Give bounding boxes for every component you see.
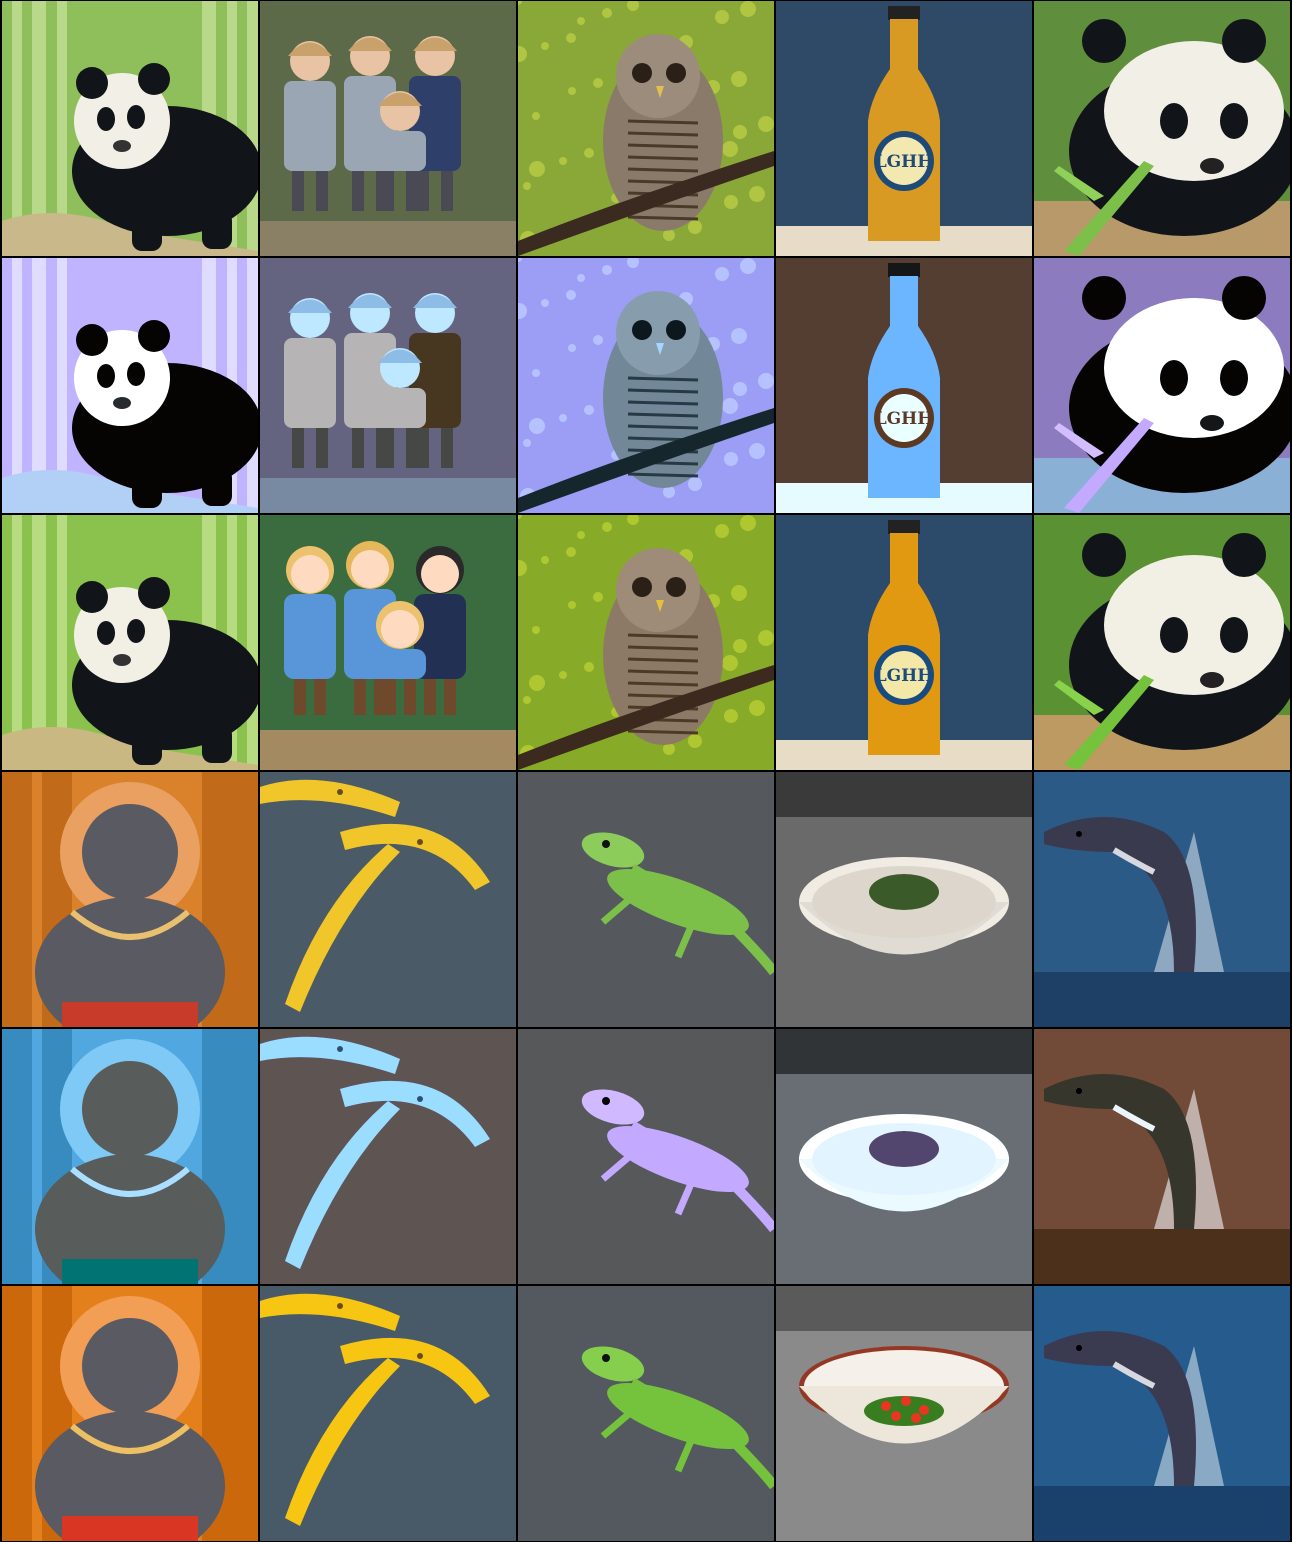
tile-panda-eating-original <box>1034 1 1290 256</box>
barred-owl-image <box>518 515 774 770</box>
hanuman-statue-image <box>2 1029 258 1284</box>
barred-owl-image <box>518 1 774 256</box>
tile-panda-in-bamboo-restored <box>2 515 258 770</box>
tile-green-lizard-original <box>518 772 774 1027</box>
green-lizard-image <box>518 1286 774 1541</box>
tile-jumping-dolphin-degraded <box>1034 1029 1290 1284</box>
tile-jumping-dolphin-restored <box>1034 1286 1290 1541</box>
tile-barred-owl-original <box>518 1 774 256</box>
tile-panda-eating-degraded <box>1034 258 1290 513</box>
bananas-image <box>260 1286 516 1541</box>
tile-green-lizard-degraded <box>518 1029 774 1284</box>
panda-in-bamboo-image <box>2 1 258 256</box>
panda-in-bamboo-image <box>2 258 258 513</box>
jumping-dolphin-image <box>1034 1286 1290 1541</box>
tile-jumping-dolphin-original <box>1034 772 1290 1027</box>
tile-barred-owl-degraded <box>518 258 774 513</box>
tile-bowl-with-herbs-original <box>776 772 1032 1027</box>
bananas-image <box>260 1029 516 1284</box>
bowl-with-herbs-image <box>776 772 1032 1027</box>
tile-beer-bottle-degraded: LGHH <box>776 258 1032 513</box>
panda-eating-image <box>1034 1 1290 256</box>
tile-panda-in-bamboo-degraded <box>2 258 258 513</box>
tile-green-lizard-restored <box>518 1286 774 1541</box>
tile-panda-in-bamboo-original <box>2 1 258 256</box>
svg-text:LGHH: LGHH <box>875 409 934 429</box>
bowl-with-herbs-image <box>776 1029 1032 1284</box>
tile-hanuman-statue-degraded <box>2 1029 258 1284</box>
tile-bananas-restored <box>260 1286 516 1541</box>
tile-panda-eating-restored <box>1034 515 1290 770</box>
tile-hanuman-statue-restored <box>2 1286 258 1541</box>
jumping-dolphin-image <box>1034 1029 1290 1284</box>
tile-bowl-with-herbs-degraded <box>776 1029 1032 1284</box>
hanuman-statue-image <box>2 1286 258 1541</box>
hanuman-statue-image <box>2 772 258 1027</box>
children-painting-image <box>260 1 516 256</box>
children-anime-image <box>260 515 516 770</box>
image-grid: LGHH LGHH LGHH <box>0 0 1292 1542</box>
barred-owl-image <box>518 258 774 513</box>
bowl-with-salad-image <box>776 1286 1032 1541</box>
tile-children-painting-degraded <box>260 258 516 513</box>
bananas-image <box>260 772 516 1027</box>
tile-hanuman-statue-original <box>2 772 258 1027</box>
panda-in-bamboo-image <box>2 515 258 770</box>
panda-eating-image <box>1034 515 1290 770</box>
green-lizard-image <box>518 1029 774 1284</box>
tile-beer-bottle-original: LGHH <box>776 1 1032 256</box>
tile-bananas-original <box>260 772 516 1027</box>
jumping-dolphin-image <box>1034 772 1290 1027</box>
tile-children-painting-original <box>260 1 516 256</box>
tile-bowl-with-salad-restored <box>776 1286 1032 1541</box>
svg-text:LGHH: LGHH <box>875 152 934 172</box>
tile-children-anime-restored <box>260 515 516 770</box>
beer-bottle-image: LGHH <box>776 515 1032 770</box>
children-painting-image <box>260 258 516 513</box>
tile-beer-bottle-restored: LGHH <box>776 515 1032 770</box>
beer-bottle-image: LGHH <box>776 1 1032 256</box>
green-lizard-image <box>518 772 774 1027</box>
panda-eating-image <box>1034 258 1290 513</box>
beer-bottle-image: LGHH <box>776 258 1032 513</box>
tile-barred-owl-restored <box>518 515 774 770</box>
tile-bananas-degraded <box>260 1029 516 1284</box>
svg-text:LGHH: LGHH <box>875 666 934 686</box>
